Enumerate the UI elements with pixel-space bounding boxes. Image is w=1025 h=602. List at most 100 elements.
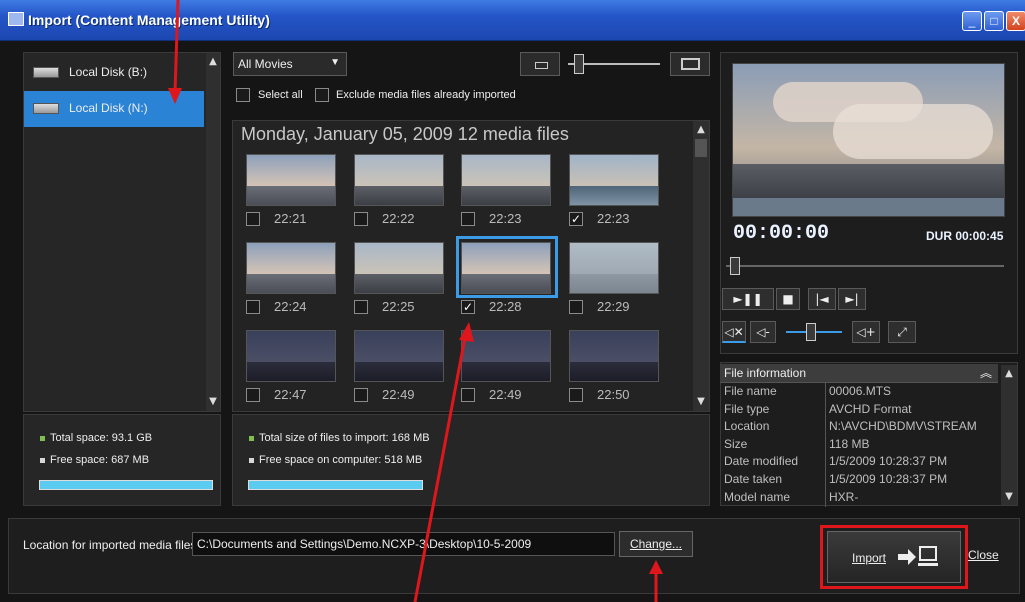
dropdown-value: All Movies xyxy=(238,57,293,71)
mute-button[interactable]: ◁✕ xyxy=(722,321,746,343)
collapse-icon[interactable]: ︽ xyxy=(980,364,992,381)
fullscreen-icon: ⤢ xyxy=(897,325,907,339)
scroll-up-icon[interactable]: ▲ xyxy=(1002,367,1016,381)
free-space-computer-text: Free space on computer: 518 MB xyxy=(259,454,423,466)
thumbnail-ground xyxy=(355,186,443,205)
thumbnail-time: 22:28 xyxy=(489,299,522,314)
media-thumbnail[interactable] xyxy=(354,330,444,382)
next-button[interactable]: ►| xyxy=(838,288,866,310)
thumbnail-checkbox[interactable] xyxy=(461,388,475,402)
file-info-row: Location N:\AVCHD\BDMV\STREAM xyxy=(720,418,998,437)
volume-down-button[interactable]: ◁- xyxy=(750,321,776,343)
drive-space-panel: Total space: 93.1 GB Free space: 687 MB xyxy=(23,414,221,506)
file-info-value: 00006.MTS xyxy=(829,384,892,398)
media-thumbnail[interactable] xyxy=(354,154,444,206)
media-thumbnail[interactable] xyxy=(569,330,659,382)
total-size-text: Total size of files to import: 168 MB xyxy=(259,432,430,444)
small-thumbnail-button[interactable] xyxy=(520,52,560,76)
volume-slider[interactable] xyxy=(786,323,842,341)
media-thumbnail[interactable] xyxy=(246,330,336,382)
stop-button[interactable]: ■ xyxy=(776,288,800,310)
media-thumbnail[interactable] xyxy=(354,242,444,294)
media-thumbnail[interactable] xyxy=(246,242,336,294)
file-info-title: File information xyxy=(724,366,807,380)
media-thumbnail[interactable] xyxy=(246,154,336,206)
thumbnail-checkbox[interactable] xyxy=(246,300,260,314)
thumbnail-checkbox[interactable] xyxy=(354,212,368,226)
window-title: Import (Content Management Utility) xyxy=(28,12,270,28)
scroll-down-icon[interactable]: ▼ xyxy=(1002,490,1016,504)
column-divider xyxy=(825,418,826,437)
fullscreen-button[interactable]: ⤢ xyxy=(888,321,916,343)
slider-handle[interactable] xyxy=(574,54,584,74)
media-scrollbar[interactable]: ▲ ▼ xyxy=(693,121,709,411)
close-window-button[interactable]: X xyxy=(1006,11,1025,31)
volume-handle[interactable] xyxy=(806,323,816,341)
thumbnail-checkbox[interactable]: ✓ xyxy=(569,212,583,226)
media-thumbnail[interactable] xyxy=(461,330,551,382)
thumbnail-checkbox[interactable]: ✓ xyxy=(461,300,475,314)
thumbnail-ground xyxy=(462,186,550,205)
column-divider xyxy=(825,453,826,472)
file-info-row: Size 118 MB xyxy=(720,435,998,454)
file-info-row: Date taken 1/5/2009 10:28:37 PM xyxy=(720,471,998,489)
file-info-scrollbar[interactable]: ▲ ▼ xyxy=(1001,365,1017,505)
drive-label: Local Disk (B:) xyxy=(69,65,148,79)
play-pause-button[interactable]: ►❚❚ xyxy=(722,288,774,310)
seek-bar[interactable] xyxy=(726,257,1004,275)
thumbnail-sky xyxy=(570,155,658,186)
drive-item-n[interactable]: Local Disk (N:) xyxy=(24,91,204,127)
media-thumbnail[interactable] xyxy=(569,242,659,294)
file-info-value: 1/5/2009 10:28:37 PM xyxy=(829,472,948,486)
total-size-row: Total size of files to import: 168 MB xyxy=(249,432,430,444)
file-info-header[interactable]: File information ︽ xyxy=(720,364,998,383)
scroll-up-icon[interactable]: ▲ xyxy=(694,123,708,137)
import-highlight-box xyxy=(820,525,968,589)
thumbnail-checkbox[interactable] xyxy=(246,388,260,402)
drive-scrollbar[interactable]: ▲ ▼ xyxy=(206,53,220,411)
app-icon xyxy=(8,12,24,26)
thumbnail-checkbox[interactable] xyxy=(354,388,368,402)
column-divider xyxy=(825,435,826,454)
media-filter-dropdown[interactable]: All Movies ▼ xyxy=(233,52,347,76)
scroll-up-icon[interactable]: ▲ xyxy=(206,55,220,69)
thumbnail-time: 22:24 xyxy=(274,299,307,314)
change-location-button[interactable]: Change... xyxy=(619,531,693,557)
location-label: Location for imported media files: xyxy=(23,538,200,552)
large-thumbnail-button[interactable] xyxy=(670,52,710,76)
file-info-value: N:\AVCHD\BDMV\STREAM xyxy=(829,419,977,434)
exclude-imported-checkbox[interactable] xyxy=(315,88,329,102)
thumbnail-time: 22:25 xyxy=(382,299,415,314)
seek-handle[interactable] xyxy=(730,257,740,275)
volume-up-button[interactable]: ◁+ xyxy=(852,321,880,343)
maximize-button[interactable]: □ xyxy=(984,11,1004,31)
location-input[interactable]: C:\Documents and Settings\Demo.NCXP-3\De… xyxy=(192,532,615,556)
thumbnail-checkbox[interactable] xyxy=(354,300,368,314)
file-info-key: Date taken xyxy=(724,472,783,486)
scroll-thumb[interactable] xyxy=(695,139,707,157)
media-thumbnail[interactable] xyxy=(461,154,551,206)
import-window: Import (Content Management Utility) _ □ … xyxy=(0,0,1025,602)
thumbnail-checkbox[interactable] xyxy=(461,212,475,226)
minimize-button[interactable]: _ xyxy=(962,11,982,31)
drive-item-b[interactable]: Local Disk (B:) xyxy=(24,55,204,91)
close-button[interactable]: Close xyxy=(968,548,999,562)
import-size-bar xyxy=(248,480,423,490)
scroll-down-icon[interactable]: ▼ xyxy=(206,395,220,409)
file-info-value: HXR- xyxy=(829,489,859,504)
thumbnail-time: 22:21 xyxy=(274,211,307,226)
previous-button[interactable]: |◄ xyxy=(808,288,836,310)
select-all-checkbox[interactable] xyxy=(236,88,250,102)
file-info-key: File type xyxy=(724,401,770,416)
file-info-key: Date modified xyxy=(724,454,799,469)
scroll-down-icon[interactable]: ▼ xyxy=(694,395,708,409)
file-info-key: Location xyxy=(724,419,770,434)
drive-label: Local Disk (N:) xyxy=(69,101,148,115)
skip-back-icon: |◄ xyxy=(815,292,829,306)
thumbnail-sky xyxy=(570,331,658,362)
thumbnail-checkbox[interactable] xyxy=(246,212,260,226)
thumbnail-size-slider[interactable] xyxy=(568,54,660,74)
thumbnail-checkbox[interactable] xyxy=(569,300,583,314)
thumbnail-checkbox[interactable] xyxy=(569,388,583,402)
media-thumbnail[interactable] xyxy=(569,154,659,206)
